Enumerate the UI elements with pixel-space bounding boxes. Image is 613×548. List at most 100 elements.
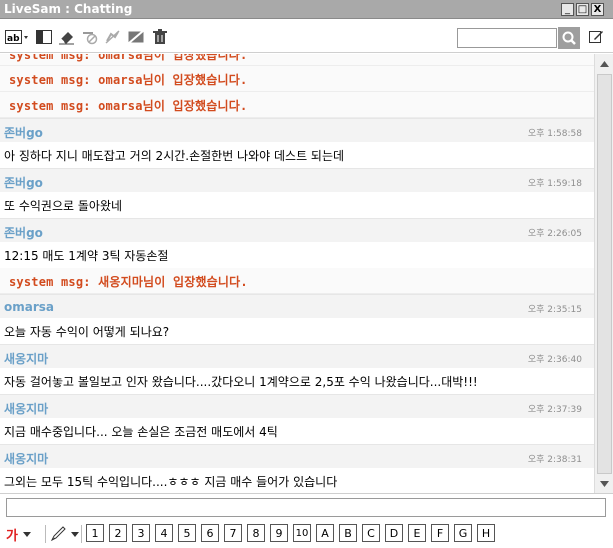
message-body: 지금 매수중입니다... 오늘 손실은 조금전 매도에서 4틱 [0, 418, 594, 444]
system-message-text: system msg: omarsa님이 입장했습니다. [9, 99, 248, 113]
macro-button-5[interactable]: 5 [178, 524, 196, 542]
font-color-button[interactable]: 가 [6, 524, 31, 544]
edit-button[interactable] [587, 28, 605, 46]
message-text: 자동 걸어놓고 볼일보고 인자 왔습니다....갔다오니 1계약으로 2,5포 … [4, 375, 478, 389]
message-text: 지금 매수중입니다... 오늘 손실은 조금전 매도에서 4틱 [4, 425, 278, 439]
disable-button[interactable] [126, 28, 146, 46]
message-header: 존버go 오후 1:59:18 [0, 168, 594, 192]
message-body: 12:15 매도 1계약 3틱 자동손절 [0, 242, 594, 268]
macro-button-9[interactable]: 9 [270, 524, 288, 542]
message-time: 오후 2:36:40 [527, 355, 582, 365]
edit-icon [589, 31, 603, 43]
block-user-icon [83, 32, 98, 45]
system-message-text: system msg: 새옹지마님이 입장했습니다. [9, 275, 248, 289]
search-input[interactable] [457, 28, 557, 48]
message-time: 오후 1:59:18 [527, 179, 582, 189]
message-body: 아 징하다 지니 매도잡고 거의 2시간.손절한번 나와야 데스트 되는데 [0, 142, 594, 168]
scroll-up-button[interactable] [597, 56, 612, 71]
scroll-thumb[interactable] [597, 74, 612, 474]
font-color-label: 가 [6, 528, 18, 544]
scroll-down-button[interactable] [597, 476, 612, 491]
layout-button[interactable] [34, 28, 54, 46]
macro-button-1[interactable]: 1 [86, 524, 104, 542]
sender-nick[interactable]: 새옹지마 [4, 350, 48, 367]
macro-button-6[interactable]: 6 [201, 524, 219, 542]
maximize-button[interactable]: □ [576, 3, 589, 16]
macro-button-d[interactable]: D [385, 524, 403, 542]
search-icon [562, 31, 576, 45]
mute-icon [105, 30, 120, 44]
macro-button-b[interactable]: B [339, 524, 357, 542]
message-time: 오후 2:26:05 [527, 229, 582, 239]
message-time: 오후 1:58:58 [527, 129, 582, 139]
text-size-button[interactable]: ab [5, 28, 29, 46]
minimize-button[interactable]: _ [561, 3, 574, 16]
macro-button-a[interactable]: A [316, 524, 334, 542]
system-message: system msg: omarsa님이 입장했습니다. [0, 54, 594, 66]
message-body: 자동 걸어놓고 볼일보고 인자 왔습니다....갔다오니 1계약으로 2,5포 … [0, 368, 594, 394]
sender-nick[interactable]: 존버go [4, 124, 43, 141]
eraser-button[interactable] [57, 28, 77, 46]
trash-icon [153, 29, 167, 44]
chevron-down-icon [71, 531, 79, 537]
trash-button[interactable] [150, 28, 170, 46]
message-body: 오늘 자동 수익이 어떻게 되나요? [0, 318, 594, 344]
sender-nick[interactable]: 존버go [4, 224, 43, 241]
system-message: system msg: 새옹지마님이 입장했습니다. [0, 268, 594, 294]
macro-button-10[interactable]: 10 [293, 524, 311, 542]
system-message: system msg: omarsa님이 입장했습니다. [0, 66, 594, 92]
window-title: LiveSam : Chatting [4, 2, 133, 16]
macro-button-4[interactable]: 4 [155, 524, 173, 542]
chat-scrollbar[interactable] [594, 54, 613, 493]
message-time: 오후 2:37:39 [527, 405, 582, 415]
chevron-down-icon [22, 531, 31, 537]
macro-button-3[interactable]: 3 [132, 524, 150, 542]
ab-text-size-icon: ab [5, 30, 28, 44]
macro-button-c[interactable]: C [362, 524, 380, 542]
pen-icon [50, 526, 66, 542]
sender-nick[interactable]: omarsa [4, 300, 54, 314]
chat-log: system msg: omarsa님이 입장했습니다. system msg:… [0, 54, 594, 493]
system-message: system msg: omarsa님이 입장했습니다. [0, 92, 594, 118]
sender-nick[interactable]: 존버go [4, 174, 43, 191]
divider [45, 525, 46, 543]
message-header: 존버go 오후 1:58:58 [0, 118, 594, 142]
chevron-down-icon [600, 480, 609, 487]
message-text: 아 징하다 지니 매도잡고 거의 2시간.손절한번 나와야 데스트 되는데 [4, 149, 345, 163]
macro-button-8[interactable]: 8 [247, 524, 265, 542]
message-header: 새옹지마 오후 2:36:40 [0, 344, 594, 368]
message-body: 그외는 모두 15틱 수익입니다....ㅎㅎㅎ 지금 매수 들어가 있습니다 [0, 468, 594, 493]
divider [81, 525, 82, 543]
macro-button-f[interactable]: F [431, 524, 449, 542]
layout-panel-icon [36, 30, 52, 44]
message-text: 12:15 매도 1계약 3틱 자동손절 [4, 249, 169, 263]
macro-button-7[interactable]: 7 [224, 524, 242, 542]
svg-text:ab: ab [7, 34, 20, 44]
macro-button-2[interactable]: 2 [109, 524, 127, 542]
message-input-area [0, 493, 613, 520]
disable-icon [128, 30, 144, 44]
message-input[interactable] [6, 498, 606, 517]
message-header: omarsa 오후 2:35:15 [0, 294, 594, 318]
mute-button[interactable] [103, 28, 123, 46]
system-message-text: system msg: omarsa님이 입장했습니다. [9, 73, 248, 87]
message-header: 새옹지마 오후 2:37:39 [0, 394, 594, 418]
block-user-button[interactable] [80, 28, 100, 46]
macro-buttons: 1 2 3 4 5 6 7 8 9 10 A B C D E F G H [86, 524, 500, 542]
close-button[interactable]: X [591, 3, 604, 16]
message-header: 새옹지마 오후 2:38:31 [0, 444, 594, 468]
sender-nick[interactable]: 새옹지마 [4, 450, 48, 467]
message-text: 또 수익권으로 돌아왔네 [4, 199, 123, 213]
message-time: 오후 2:38:31 [527, 455, 582, 465]
macro-button-h[interactable]: H [477, 524, 495, 542]
message-body: 또 수익권으로 돌아왔네 [0, 192, 594, 218]
pen-button[interactable] [50, 524, 79, 544]
macro-button-g[interactable]: G [454, 524, 472, 542]
toolbar: ab [0, 20, 613, 53]
sender-nick[interactable]: 새옹지마 [4, 400, 48, 417]
message-text: 오늘 자동 수익이 어떻게 되나요? [4, 325, 170, 339]
macro-button-e[interactable]: E [408, 524, 426, 542]
bottom-toolbar: 가 1 2 3 4 5 6 7 8 9 10 A B C D E F G H [0, 521, 613, 548]
search-button[interactable] [558, 27, 580, 49]
chevron-up-icon [600, 60, 609, 67]
